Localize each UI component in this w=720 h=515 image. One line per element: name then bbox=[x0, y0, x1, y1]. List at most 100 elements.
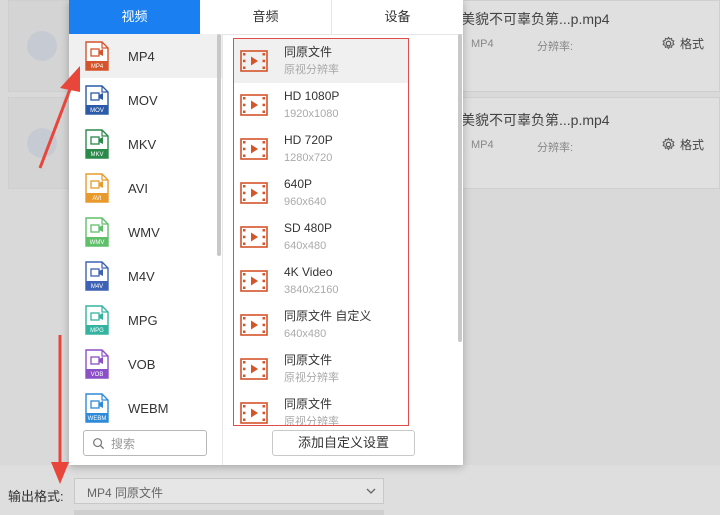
gear-icon bbox=[662, 36, 675, 50]
format-item-label: MPG bbox=[128, 312, 158, 328]
film-icon bbox=[240, 50, 268, 72]
preset-subtitle: 1280x720 bbox=[284, 152, 333, 164]
tab-video[interactable]: 视频 bbox=[69, 0, 200, 34]
preset-subtitle: 640x480 bbox=[284, 328, 327, 340]
bottom-button-strip bbox=[74, 510, 384, 515]
search-input[interactable]: 搜索 bbox=[111, 435, 135, 452]
format-item-m4v[interactable]: M4V M4V bbox=[69, 254, 222, 298]
file-name: 美貌不可辜负第...p.mp4 bbox=[461, 11, 610, 27]
format-item-label: WEBM bbox=[128, 400, 169, 416]
mpg-file-icon: MPG bbox=[85, 305, 109, 335]
format-item-mp4[interactable]: MP4 MP4 bbox=[69, 34, 222, 78]
preset-item[interactable]: SD 480P 640x480 bbox=[234, 215, 408, 259]
file-format-label: MP4 bbox=[471, 139, 494, 151]
format-item-vob[interactable]: VOB VOB bbox=[69, 342, 222, 386]
svg-text:MOV: MOV bbox=[90, 108, 104, 114]
preset-item[interactable]: 同原文件 原视分辨率 bbox=[234, 39, 408, 83]
format-button-label: 格式 bbox=[680, 37, 705, 51]
svg-text:M4V: M4V bbox=[91, 284, 103, 290]
tab-audio[interactable]: 音频 bbox=[200, 0, 332, 34]
format-item-label: MP4 bbox=[128, 48, 155, 64]
preset-text: SD 480P 640x480 bbox=[284, 220, 332, 254]
format-item-label: AVI bbox=[128, 180, 148, 196]
preset-item[interactable]: HD 1080P 1920x1080 bbox=[234, 83, 408, 127]
format-item-wmv[interactable]: WMV WMV bbox=[69, 210, 222, 254]
preset-title: 同原文件 bbox=[284, 45, 333, 59]
preset-item[interactable]: 640P 960x640 bbox=[234, 171, 408, 215]
chevron-down-icon bbox=[366, 488, 376, 494]
preset-title: HD 720P bbox=[284, 133, 333, 147]
add-custom-settings-button[interactable]: 添加自定义设置 bbox=[272, 430, 415, 456]
svg-text:AVI: AVI bbox=[92, 196, 102, 202]
film-icon bbox=[240, 94, 268, 116]
wmv-file-icon: WMV bbox=[85, 217, 109, 247]
format-item-label: M4V bbox=[128, 268, 155, 284]
webm-file-icon: WEBM bbox=[85, 393, 109, 423]
format-list-scrollbar[interactable] bbox=[217, 34, 221, 256]
film-icon bbox=[240, 138, 268, 160]
preset-text: HD 720P 1280x720 bbox=[284, 132, 333, 166]
preset-title: 4K Video bbox=[284, 265, 333, 279]
preset-title: SD 480P bbox=[284, 221, 333, 235]
preset-text: 同原文件 原视分辨率 bbox=[284, 352, 339, 386]
output-format-select[interactable]: MP4 同原文件 bbox=[74, 478, 384, 504]
format-list: MP4 MP4 MOV MOV MKV MKV AVI AVI WMV WMV M4V M4V MPG M… bbox=[69, 34, 222, 424]
format-item-mkv[interactable]: MKV MKV bbox=[69, 122, 222, 166]
mp4-file-icon: MP4 bbox=[85, 41, 109, 71]
preset-subtitle: 原视分辨率 bbox=[284, 64, 339, 76]
preset-subtitle: 960x640 bbox=[284, 196, 327, 208]
file-resolution-label: 分辨率: bbox=[537, 142, 574, 154]
film-icon bbox=[240, 182, 268, 204]
search-box[interactable]: 搜索 bbox=[83, 430, 207, 456]
format-tabs: 视频 音频 设备 bbox=[69, 0, 463, 35]
preset-title: HD 1080P bbox=[284, 89, 340, 103]
format-item-mpg[interactable]: MPG MPG bbox=[69, 298, 222, 342]
format-item-label: MKV bbox=[128, 136, 157, 152]
format-item-label: VOB bbox=[128, 356, 156, 372]
preset-subtitle: 原视分辨率 bbox=[284, 372, 339, 384]
search-icon bbox=[93, 437, 105, 449]
preset-text: 同原文件 原视分辨率 bbox=[284, 396, 339, 426]
file-thumbnail bbox=[9, 1, 69, 91]
gear-icon bbox=[662, 137, 675, 151]
mkv-file-icon: MKV bbox=[85, 129, 109, 159]
svg-text:VOB: VOB bbox=[91, 372, 104, 378]
preset-text: 4K Video 3840x2160 bbox=[284, 264, 338, 298]
preset-subtitle: 原视分辨率 bbox=[284, 416, 339, 426]
m4v-file-icon: M4V bbox=[85, 261, 109, 291]
preset-text: 同原文件 自定义 640x480 bbox=[284, 308, 371, 342]
svg-text:MP4: MP4 bbox=[91, 64, 104, 70]
film-icon bbox=[240, 226, 268, 248]
format-item-mov[interactable]: MOV MOV bbox=[69, 78, 222, 122]
preset-text: HD 1080P 1920x1080 bbox=[284, 88, 339, 122]
preset-item[interactable]: 同原文件 自定义 640x480 bbox=[234, 303, 408, 347]
format-item-avi[interactable]: AVI AVI bbox=[69, 166, 222, 210]
svg-text:WMV: WMV bbox=[90, 240, 105, 246]
tab-device[interactable]: 设备 bbox=[332, 0, 463, 34]
file-resolution-label: 分辨率: bbox=[537, 41, 574, 53]
preset-item[interactable]: 4K Video 3840x2160 bbox=[234, 259, 408, 303]
preset-title: 同原文件 bbox=[284, 397, 333, 411]
preset-item[interactable]: HD 720P 1280x720 bbox=[234, 127, 408, 171]
svg-text:MPG: MPG bbox=[90, 328, 104, 334]
format-item-webm[interactable]: WEBM WEBM bbox=[69, 386, 222, 424]
preset-subtitle: 3840x2160 bbox=[284, 284, 339, 296]
svg-text:WEBM: WEBM bbox=[88, 416, 107, 422]
mov-file-icon: MOV bbox=[85, 85, 109, 115]
svg-text:MKV: MKV bbox=[90, 152, 103, 158]
preset-list-scrollbar[interactable] bbox=[458, 34, 462, 342]
format-button[interactable]: 格式 bbox=[661, 35, 704, 52]
preset-item[interactable]: 同原文件 原视分辨率 bbox=[234, 347, 408, 391]
film-icon bbox=[240, 402, 268, 424]
preset-text: 640P 960x640 bbox=[284, 176, 326, 210]
file-format-label: MP4 bbox=[471, 38, 494, 50]
output-format-label: 输出格式: bbox=[8, 489, 64, 504]
format-item-label: MOV bbox=[128, 92, 158, 108]
preset-item[interactable]: 同原文件 原视分辨率 bbox=[234, 391, 408, 426]
preset-text: 同原文件 原视分辨率 bbox=[284, 44, 339, 78]
file-thumbnail bbox=[9, 98, 69, 188]
preset-title: 同原文件 自定义 bbox=[284, 309, 372, 323]
preset-title: 640P bbox=[284, 177, 313, 191]
format-button[interactable]: 格式 bbox=[661, 136, 704, 153]
avi-file-icon: AVI bbox=[85, 173, 109, 203]
